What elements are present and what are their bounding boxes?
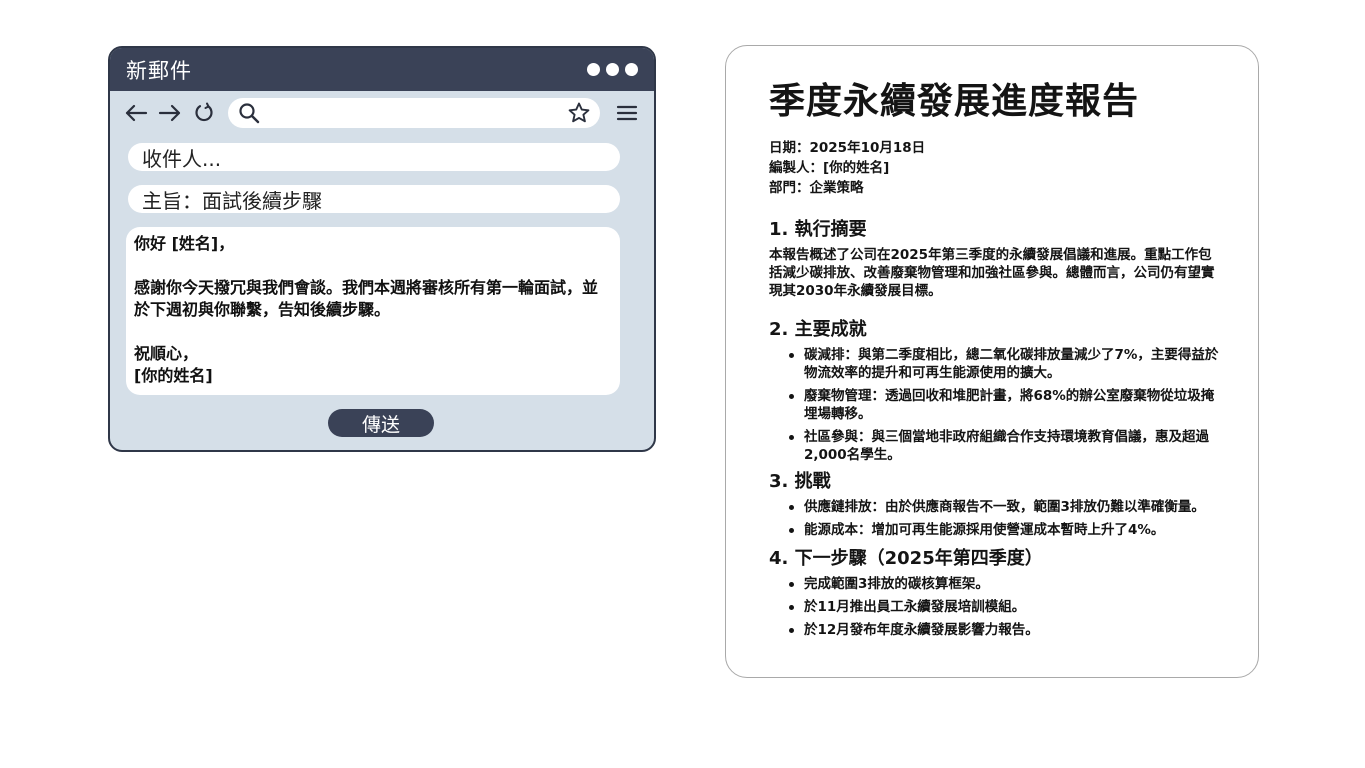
send-button[interactable]: 傳送 xyxy=(328,409,434,437)
star-icon[interactable] xyxy=(566,100,592,126)
menu-icon[interactable] xyxy=(612,99,642,127)
section-title-summary: 1. 執行摘要 xyxy=(769,219,867,240)
address-bar[interactable] xyxy=(228,98,600,128)
summary-paragraph: 本報告概述了公司在2025年第三季度的永續發展倡議和進展。重點工作包括減少碳排放… xyxy=(769,247,1215,299)
back-arrow-icon[interactable] xyxy=(122,99,150,127)
next-steps-list: 完成範圍3排放的碳核算框架。 於11月推出員工永續發展培訓模組。 於12月發布年… xyxy=(769,575,1220,639)
forward-arrow-icon[interactable] xyxy=(156,99,184,127)
email-titlebar: 新郵件 xyxy=(110,48,654,91)
search-icon[interactable] xyxy=(236,100,262,126)
list-item: 供應鏈排放：由於供應商報告不一致，範圍3排放仍難以準確衡量。 xyxy=(769,498,1220,516)
email-paragraph: 感謝你今天撥冗與我們會談。我們本週將審核所有第一輪面試，並於下週初與你聯繫，告知… xyxy=(134,278,599,319)
report-document: 季度永續發展進度報告 日期：2025年10月18日 編製人：[你的姓名] 部門：… xyxy=(725,45,1259,678)
browser-toolbar xyxy=(110,91,654,135)
list-item: 能源成本：增加可再生能源採用使營運成本暫時上升了4%。 xyxy=(769,521,1220,539)
report-author: 編製人：[你的姓名] xyxy=(769,160,890,176)
section-title-next-steps: 4. 下一步驟（2025年第四季度） xyxy=(769,548,1043,569)
report-department: 部門：企業策略 xyxy=(769,180,864,196)
achievements-list: 碳減排：與第二季度相比，總二氧化碳排放量減少了7%，主要得益於物流效率的提升和可… xyxy=(769,346,1220,464)
list-item: 社區參與：與三個當地非政府組織合作支持環境教育倡議，惠及超過2,000名學生。 xyxy=(769,428,1220,464)
list-item: 於12月發布年度永續發展影響力報告。 xyxy=(769,621,1220,639)
send-row: 傳送 xyxy=(110,409,654,437)
email-closing: 祝順心， xyxy=(134,344,199,363)
section-title-achievements: 2. 主要成就 xyxy=(769,319,867,340)
dot xyxy=(625,63,638,76)
more-dots-icon[interactable] xyxy=(587,63,638,76)
dot xyxy=(606,63,619,76)
list-item: 廢棄物管理：透過回收和堆肥計畫，將68%的辦公室廢棄物從垃圾掩埋場轉移。 xyxy=(769,387,1220,423)
email-window-title: 新郵件 xyxy=(126,58,192,83)
report-title: 季度永續發展進度報告 xyxy=(769,81,1140,122)
subject-field[interactable]: 主旨：面試後續步驟 xyxy=(128,185,620,213)
email-signature: [你的姓名] xyxy=(134,366,213,385)
list-item: 碳減排：與第二季度相比，總二氧化碳排放量減少了7%，主要得益於物流效率的提升和可… xyxy=(769,346,1220,382)
report-date: 日期：2025年10月18日 xyxy=(769,140,926,156)
section-title-challenges: 3. 挑戰 xyxy=(769,471,831,492)
email-body-textarea[interactable]: 你好 [姓名]， 感謝你今天撥冗與我們會談。我們本週將審核所有第一輪面試，並於下… xyxy=(126,227,620,395)
list-item: 於11月推出員工永續發展培訓模組。 xyxy=(769,598,1220,616)
recipient-input[interactable]: 收件人... xyxy=(128,143,620,171)
dot xyxy=(587,63,600,76)
list-item: 完成範圍3排放的碳核算框架。 xyxy=(769,575,1220,593)
email-compose-window: 新郵件 收件人... 主旨：面試後續步驟 你好 [姓名]， 感謝你今天撥冗與我們… xyxy=(108,46,656,452)
reload-icon[interactable] xyxy=(190,99,218,127)
email-greeting: 你好 [姓名]， xyxy=(134,234,235,253)
challenges-list: 供應鏈排放：由於供應商報告不一致，範圍3排放仍難以準確衡量。 能源成本：增加可再… xyxy=(769,498,1220,539)
